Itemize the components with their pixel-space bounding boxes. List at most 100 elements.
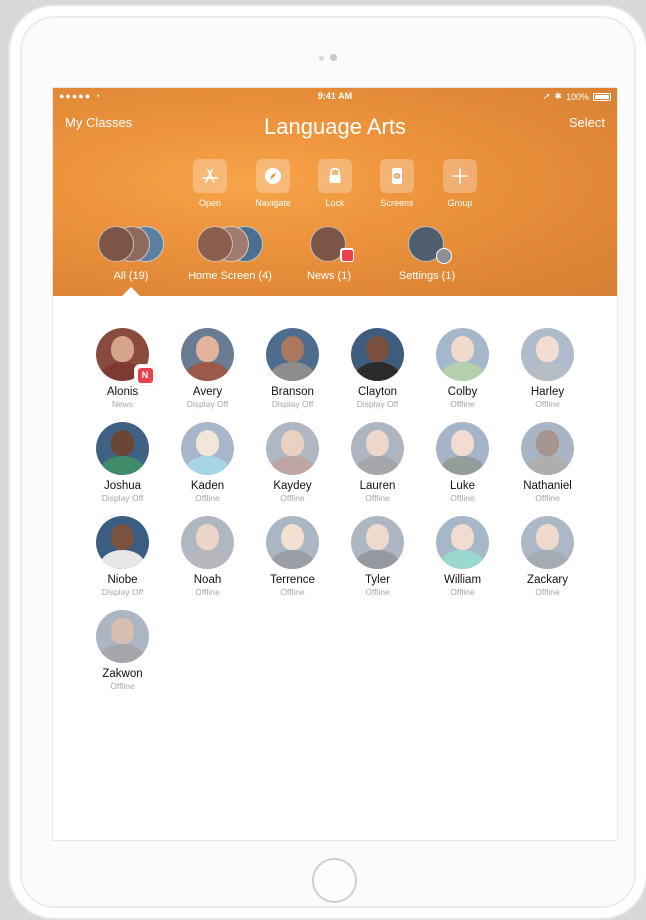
student-name: Kaydey [273, 480, 312, 492]
student-tile[interactable]: Kaydey Offline [250, 422, 335, 503]
lock-label: Lock [325, 198, 345, 208]
group-news[interactable]: News (1) [296, 226, 362, 282]
group-button[interactable]: Group [428, 159, 492, 208]
student-status: Offline [535, 493, 560, 503]
student-name: Noah [193, 574, 222, 586]
student-tile[interactable]: Harley Offline [505, 328, 590, 409]
student-status: Offline [535, 399, 560, 409]
avatar [181, 516, 234, 569]
navigate-label: Navigate [255, 198, 291, 208]
avatar [436, 422, 489, 475]
news-icon [341, 249, 353, 261]
screens-label: Screens [380, 198, 414, 208]
student-tile[interactable]: Branson Display Off [250, 328, 335, 409]
bluetooth-icon: ✱ [554, 91, 562, 101]
settings-icon [436, 248, 452, 264]
status-bar: ●●●●● ◔ 9:41 AM ➚ ✱ 100% [59, 91, 611, 103]
student-status: Display Off [186, 399, 229, 409]
avatar [181, 328, 234, 381]
student-tile[interactable]: Clayton Display Off [335, 328, 420, 409]
group-filter-bar: All (19) Home Screen (4) News (1) Settin… [53, 226, 617, 286]
student-tile[interactable]: N Alonis News [80, 328, 165, 409]
student-name: Zackary [527, 574, 568, 586]
student-tile[interactable]: Niobe Display Off [80, 516, 165, 597]
navigate-button[interactable]: Navigate [241, 159, 305, 208]
student-tile[interactable]: Zackary Offline [505, 516, 590, 597]
open-label: Open [198, 198, 222, 208]
avatar [351, 328, 404, 381]
plus-icon [452, 168, 468, 184]
group-all[interactable]: All (19) [81, 226, 181, 282]
student-status: Display Off [101, 493, 144, 503]
student-status: Offline [450, 493, 475, 503]
avatar [96, 516, 149, 569]
select-button[interactable]: Select [569, 115, 605, 130]
student-name: Kaden [190, 480, 225, 492]
screen: ●●●●● ◔ 9:41 AM ➚ ✱ 100% My Classes Lang… [52, 87, 618, 841]
avatar [436, 516, 489, 569]
news-icon: N [137, 367, 153, 383]
avatar [197, 226, 233, 262]
group-home-screen[interactable]: Home Screen (4) [178, 226, 282, 282]
avatar [98, 226, 134, 262]
avatar [351, 516, 404, 569]
screens-button[interactable]: Screens [365, 159, 429, 208]
student-tile[interactable]: Colby Offline [420, 328, 505, 409]
group-all-label: All (19) [113, 270, 149, 282]
student-name: Branson [271, 386, 314, 398]
student-name: Avery [192, 386, 223, 398]
student-status: Offline [365, 587, 390, 597]
student-tile[interactable]: Terrence Offline [250, 516, 335, 597]
avatar [266, 516, 319, 569]
student-status: Display Off [271, 399, 314, 409]
status-right: ➚ ✱ 100% [543, 91, 611, 102]
avatar [521, 516, 574, 569]
student-tile[interactable]: Kaden Offline [165, 422, 250, 503]
screens-icon [392, 168, 402, 184]
app-store-icon [202, 169, 218, 183]
student-name: Joshua [103, 480, 142, 492]
student-status: Offline [280, 493, 305, 503]
avatar: N [96, 328, 155, 385]
student-tile[interactable]: Lauren Offline [335, 422, 420, 503]
status-time: 9:41 AM [317, 91, 353, 101]
group-settings[interactable]: Settings (1) [389, 226, 465, 282]
lock-icon [329, 167, 341, 183]
avatar [436, 328, 489, 381]
avatar [521, 328, 574, 381]
avatar [521, 422, 574, 475]
student-tile[interactable]: Tyler Offline [335, 516, 420, 597]
camera [10, 48, 646, 66]
avatar [96, 422, 149, 475]
group-news-label: News (1) [306, 270, 351, 282]
battery-icon [593, 92, 611, 101]
avatar [266, 328, 319, 381]
student-name: Zakwon [102, 668, 143, 680]
student-name: Terrence [270, 574, 315, 586]
student-name: Luke [450, 480, 475, 492]
student-name: Niobe [107, 574, 138, 586]
student-tile[interactable]: Noah Offline [165, 516, 250, 597]
location-icon: ➚ [542, 91, 551, 101]
avatar [96, 610, 149, 663]
news-badge: N [135, 365, 155, 385]
header: ●●●●● ◔ 9:41 AM ➚ ✱ 100% My Classes Lang… [53, 88, 617, 296]
student-status: Offline [195, 587, 220, 597]
student-name: Nathaniel [523, 480, 572, 492]
student-status: Offline [280, 587, 305, 597]
student-name: Alonis [106, 386, 139, 398]
student-tile[interactable]: Nathaniel Offline [505, 422, 590, 503]
lock-button[interactable]: Lock [303, 159, 367, 208]
avatar [181, 422, 234, 475]
student-tile[interactable]: Joshua Display Off [80, 422, 165, 503]
student-status: Offline [365, 493, 390, 503]
student-tile[interactable]: William Offline [420, 516, 505, 597]
student-tile[interactable]: Luke Offline [420, 422, 505, 503]
open-button[interactable]: Open [178, 159, 242, 208]
student-tile[interactable]: Avery Display Off [165, 328, 250, 409]
home-button[interactable] [312, 858, 357, 903]
page-title: Language Arts [264, 114, 406, 139]
student-name: Tyler [365, 574, 390, 586]
student-name: Lauren [359, 480, 396, 492]
student-tile[interactable]: Zakwon Offline [80, 610, 165, 691]
